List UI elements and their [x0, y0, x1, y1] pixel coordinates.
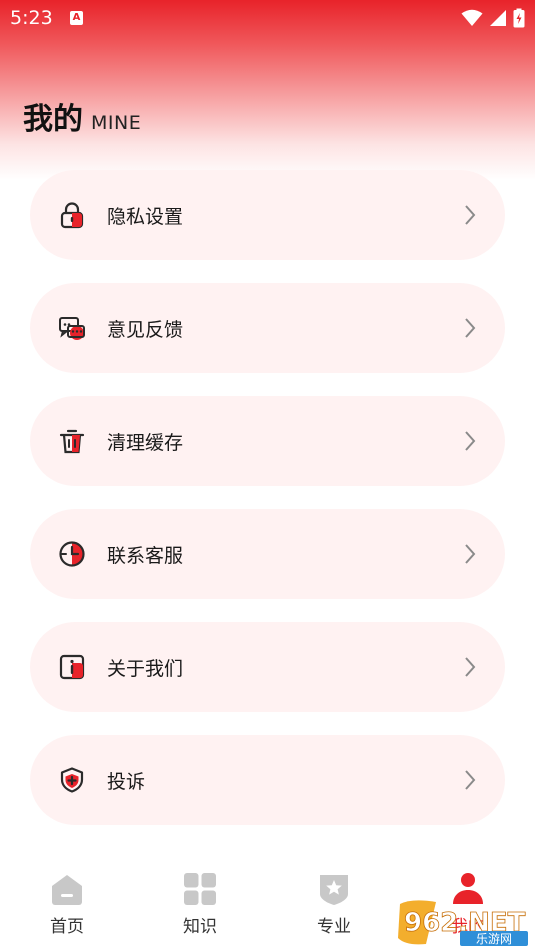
chevron-right-icon: [465, 318, 476, 338]
nav-tab-label: 专业: [317, 917, 351, 937]
trash-icon: [59, 429, 85, 454]
about-info-icon: [59, 654, 85, 680]
shield-complaint-icon: [60, 767, 84, 793]
star-badge-icon: [320, 875, 348, 905]
menu-item-label: 联系客服: [107, 545, 184, 567]
chevron-right-icon: [465, 657, 476, 677]
menu-item-label: 隐私设置: [107, 206, 184, 228]
menu-item-privacy[interactable]: 隐私设置: [30, 170, 505, 260]
status-bar: 5:23 A: [0, 0, 535, 36]
notification-badge-icon: A: [70, 11, 83, 25]
battery-icon: [513, 8, 525, 28]
menu-item-complaint[interactable]: 投诉: [30, 735, 505, 825]
nav-tab-professional[interactable]: 专业: [284, 872, 384, 948]
nav-tab-label: 知识: [183, 917, 217, 937]
watermark-logo: 962.NET 乐游网: [396, 898, 532, 948]
watermark-graphic: 962.NET 乐游网: [398, 900, 528, 946]
grid-icon: [184, 873, 216, 905]
status-icons: [461, 8, 525, 28]
status-time: 5:23: [10, 7, 53, 29]
customer-service-icon: [59, 541, 85, 567]
menu-item-customer-service[interactable]: 联系客服: [30, 509, 505, 599]
wifi-icon: [461, 9, 483, 26]
menu-item-label: 意见反馈: [107, 319, 184, 341]
menu-item-label: 关于我们: [107, 658, 184, 680]
chevron-right-icon: [465, 431, 476, 451]
chevron-right-icon: [465, 205, 476, 225]
lock-icon: [60, 202, 84, 229]
menu-item-clear-cache[interactable]: 清理缓存: [30, 396, 505, 486]
menu-item-feedback[interactable]: 意见反馈: [30, 283, 505, 373]
nav-tab-home[interactable]: 首页: [17, 872, 117, 948]
chevron-right-icon: [465, 544, 476, 564]
home-icon: [52, 875, 82, 905]
signal-icon: [490, 10, 506, 26]
page-header: 我的 MINE: [23, 94, 141, 138]
page-subtitle: MINE: [91, 112, 142, 134]
menu-item-label: 投诉: [107, 771, 146, 793]
nav-tab-knowledge[interactable]: 知识: [150, 872, 250, 948]
chevron-right-icon: [465, 770, 476, 790]
menu-item-label: 清理缓存: [107, 432, 184, 454]
nav-tab-label: 首页: [50, 917, 84, 937]
feedback-chat-icon: [59, 317, 85, 340]
menu-item-about-us[interactable]: 关于我们: [30, 622, 505, 712]
watermark-sub-text: 乐游网: [476, 932, 512, 946]
page-title: 我的: [23, 102, 83, 137]
